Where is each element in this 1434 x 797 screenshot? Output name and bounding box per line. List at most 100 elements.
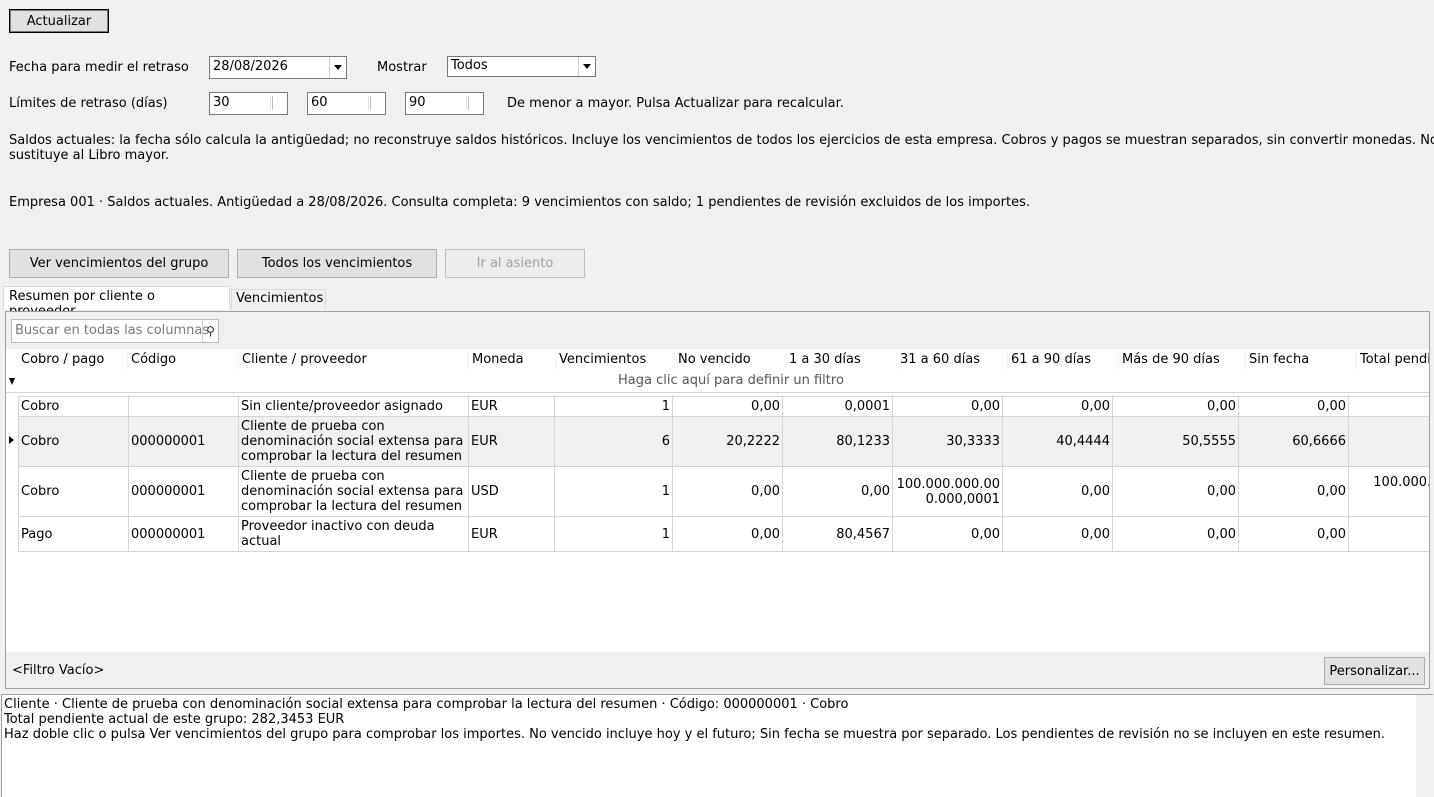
cell: 0,0001 [782,396,893,417]
cell: Cobro [18,416,129,467]
table-row[interactable]: Cobro 000000001 Cliente de prueba con de… [18,416,1429,467]
cell [128,396,239,417]
cell: 0,00 [892,396,1003,417]
limit1-input[interactable]: 30 [209,92,288,115]
col-header[interactable]: Código [127,350,239,370]
view-group-button[interactable]: Ver vencimientos del grupo [9,249,229,278]
cell: 0,00 [672,396,783,417]
col-header[interactable]: Total pendie [1356,350,1429,370]
cell: 000000001 [128,516,239,552]
col-header[interactable]: Sin fecha [1245,350,1357,370]
filter-icon[interactable] [9,378,15,385]
cell [1348,396,1429,417]
col-header[interactable]: 31 a 60 días [896,350,1008,370]
cell: 6 [554,416,673,467]
cell: 1 [554,466,673,517]
cell: 000000001 [128,466,239,517]
table-row[interactable]: Pago 000000001 Proveedor inactivo con de… [18,516,1429,552]
cell: 8 [1348,516,1429,552]
cell: 0,00 [672,466,783,517]
date-picker[interactable]: 28/08/2026 [209,56,347,79]
chevron-down-icon[interactable] [578,57,595,76]
cell: 80,4567 [782,516,893,552]
status-text: Empresa 001 · Saldos actuales. Antigüeda… [9,195,1030,210]
col-header[interactable]: Más de 90 días [1118,350,1246,370]
col-header[interactable]: No vencido [674,350,786,370]
cell: EUR [468,416,555,467]
cell: 1 [554,396,673,417]
limit3-value: 90 [409,95,426,110]
cell: 0,00 [1238,466,1349,517]
limit2-value: 60 [311,95,328,110]
grid-header: Cobro / pago Código Cliente / proveedor … [18,350,1429,370]
col-header[interactable]: 1 a 30 días [785,350,897,370]
scrollbar[interactable] [1416,695,1433,797]
cell: 0,00 [782,466,893,517]
cell: Cliente de prueba con denominación socia… [238,466,469,517]
row-indicator-icon [9,436,14,444]
tab-summary[interactable]: Resumen por cliente o proveedor [3,286,230,319]
grid-footer: <Filtro Vacío> Personalizar... [6,652,1429,688]
cell: 80,1233 [782,416,893,467]
search-icon[interactable]: ⚲ [202,320,218,342]
col-header[interactable]: Cobro / pago [18,350,128,370]
limit1-value: 30 [213,95,230,110]
show-value: Todos [451,58,488,73]
search-input[interactable]: Buscar en todas las columnas ⚲ [11,319,219,343]
col-header[interactable]: Vencimientos [555,350,675,370]
cell: Proveedor inactivo con deuda actual [238,516,469,552]
limits-hint: De menor a mayor. Pulsa Actualizar para … [507,96,844,111]
cell: 0,00 [892,516,1003,552]
cell: 100.000.000 [1348,466,1429,517]
cell: 30,3333 [892,416,1003,467]
cell: 1 [554,516,673,552]
show-label: Mostrar [377,60,427,75]
cell: 000000001 [128,416,239,467]
search-placeholder: Buscar en todas las columnas [15,323,210,338]
cell: 40,4444 [1002,416,1113,467]
tab-due[interactable]: Vencimientos [231,289,326,310]
details-text: Cliente · Cliente de prueba con denomina… [4,697,1385,742]
date-value: 28/08/2026 [213,59,288,74]
cell: Cobro [18,466,129,517]
details-line3: Haz doble clic o pulsa Ver vencimientos … [4,727,1386,742]
go-to-entry-button[interactable]: Ir al asiento [445,249,585,278]
filter-status[interactable]: <Filtro Vacío> [12,663,104,678]
details-panel[interactable]: Cliente · Cliente de prueba con denomina… [1,694,1433,797]
cell: USD [468,466,555,517]
cell: 0,00 [1002,396,1113,417]
cell: 0,00 [1238,396,1349,417]
table-row[interactable]: Cobro Sin cliente/proveedor asignado EUR… [18,396,1429,417]
col-header[interactable]: Cliente / proveedor [238,350,469,370]
refresh-button[interactable]: Actualizar [9,9,109,33]
info-line1: Saldos actuales: la fecha sólo calcula l… [9,133,1434,148]
col-header[interactable]: Moneda [468,350,556,370]
tab-due-label: Vencimientos [236,291,324,306]
cell: Sin cliente/proveedor asignado [238,396,469,417]
table-row[interactable]: Cobro 000000001 Cliente de prueba con de… [18,466,1429,517]
customize-button[interactable]: Personalizar... [1324,657,1425,685]
cell: Cliente de prueba con denominación socia… [238,416,469,467]
chevron-down-icon[interactable] [329,57,346,78]
limit3-input[interactable]: 90 [405,92,484,115]
cell: 0,00 [1002,466,1113,517]
show-select[interactable]: Todos [447,56,596,77]
filter-row[interactable]: Haga clic aquí para definir un filtro [6,371,1429,393]
cell: 0,00 [1112,516,1239,552]
cell: 0,00 [1112,396,1239,417]
details-line1: Cliente · Cliente de prueba con denomina… [4,697,849,712]
search-bar [6,312,1429,349]
cell: 100.000.000.000.000,0001 [892,466,1003,517]
cell: 20,2222 [672,416,783,467]
cell: 0,00 [672,516,783,552]
cell: 0,00 [1238,516,1349,552]
cell: EUR [468,396,555,417]
all-due-button[interactable]: Todos los vencimientos [237,249,437,278]
cell: 50,5555 [1112,416,1239,467]
cell: 60,6666 [1238,416,1349,467]
cell: 0,00 [1002,516,1113,552]
limit2-input[interactable]: 60 [307,92,386,115]
cell: Cobro [18,396,129,417]
col-header[interactable]: 61 a 90 días [1007,350,1119,370]
filter-hint[interactable]: Haga clic aquí para definir un filtro [618,373,844,388]
